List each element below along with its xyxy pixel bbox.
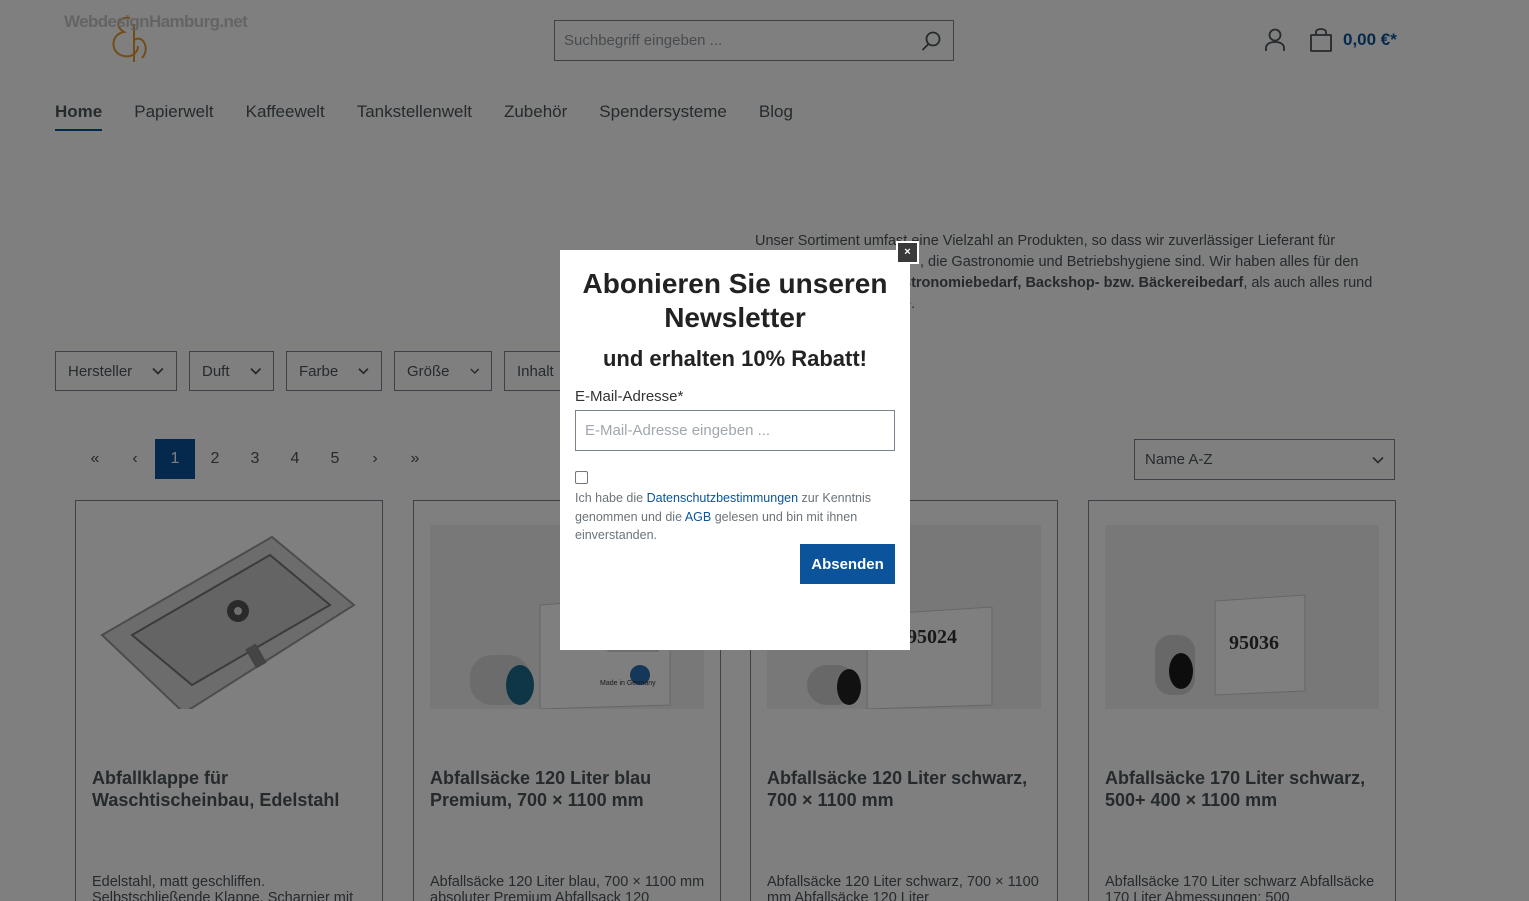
consent-text: Ich habe die Datenschutzbestimmungen zur… [575, 489, 895, 545]
privacy-link[interactable]: Datenschutzbestimmungen [647, 491, 798, 505]
modal-title: Abonieren Sie unseren Newsletter [582, 268, 888, 333]
consent-part: Ich habe die [575, 491, 647, 505]
newsletter-modal: × Abonieren Sie unseren Newsletter und e… [560, 241, 919, 650]
submit-button[interactable]: Absenden [800, 544, 895, 584]
privacy-checkbox[interactable] [575, 471, 588, 484]
email-field[interactable] [575, 410, 895, 451]
terms-link[interactable]: AGB [685, 510, 711, 524]
email-label: E-Mail-Adresse* [575, 388, 684, 405]
close-button[interactable]: × [896, 241, 919, 264]
modal-subtitle: und erhalten 10% Rabatt! [602, 346, 868, 371]
